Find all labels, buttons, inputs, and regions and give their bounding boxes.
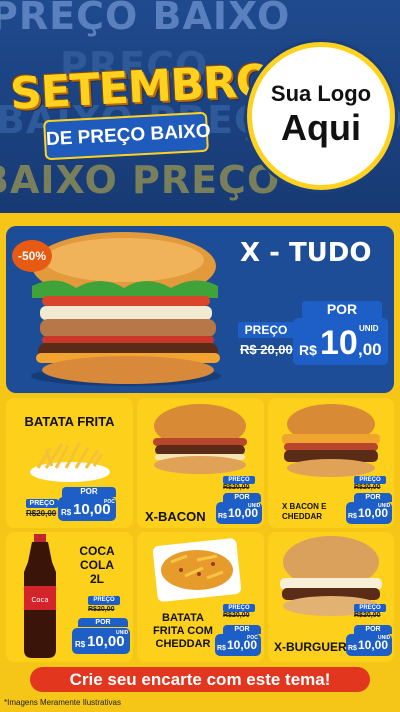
por-label: POR	[354, 493, 392, 502]
logo-placeholder[interactable]: Sua Logo Aqui	[247, 42, 395, 190]
product-card[interactable]: X-BURGUER PREÇO R$20,00 POR R$ 10,00 UNI…	[268, 532, 394, 662]
currency-symbol: R$	[61, 508, 72, 517]
create-flyer-button[interactable]: Crie seu encarte com este tema!	[30, 667, 370, 692]
old-price: R$20,00	[223, 484, 250, 491]
currency-symbol: R$	[348, 645, 357, 652]
old-price-label: PREÇO	[223, 476, 255, 484]
currency-symbol: R$	[348, 513, 357, 520]
currency-symbol: R$	[218, 513, 227, 520]
featured-product-name: X - TUDO	[240, 238, 372, 268]
unit-label: UNID	[378, 635, 391, 641]
currency-symbol: R$	[217, 645, 226, 652]
price-box: R$ 10,00 UNID	[346, 634, 392, 656]
product-name: COCA COLA 2L	[79, 544, 115, 586]
old-price: R$20,00	[223, 612, 250, 619]
old-price-label: PREÇO	[88, 596, 120, 605]
unit-label: UNID	[378, 503, 391, 509]
product-card[interactable]: BATATA FRITA POR PREÇO R$20,00 R$ 10,00 …	[6, 398, 133, 528]
por-label: POR	[62, 487, 116, 497]
unit-label: UNID	[248, 503, 261, 509]
old-price: R$20,00	[88, 606, 115, 613]
price-box: R$ 10,00 UNID	[216, 502, 262, 524]
header-banner: PREÇO BAIXO PREÇO BAIXO PREÇO BAIXO BAIX…	[0, 0, 400, 213]
old-price: R$20,00	[26, 509, 57, 518]
product-name: X BACON E CHEDDAR	[282, 502, 327, 521]
bg-word: BAIXO PREÇO	[0, 158, 281, 202]
old-price-label: PREÇO	[354, 476, 386, 484]
price-box: R$ 10,00 POC	[58, 497, 116, 521]
old-price-label: PREÇO	[238, 322, 294, 338]
product-card[interactable]: X-BACON PREÇO R$20,00 POR R$ 10,00 UNID	[137, 398, 264, 528]
product-name: X-BACON	[145, 509, 206, 524]
product-name: X-BURGUER	[274, 640, 347, 654]
discount-badge: -50%	[12, 240, 52, 272]
old-price: R$20,00	[354, 484, 381, 491]
old-price-label: PREÇO	[26, 499, 58, 508]
campaign-subtitle: DE PREÇO BAIXO	[43, 111, 211, 161]
old-price-label: PREÇO	[223, 604, 255, 612]
currency-symbol: R$	[299, 342, 317, 358]
old-price: R$20,00	[354, 612, 381, 619]
por-label: POR	[302, 301, 382, 318]
svg-text:Coca: Coca	[31, 596, 48, 604]
logo-text-line2: Aqui	[281, 107, 361, 148]
product-card[interactable]: Coca COCA COLA 2L PREÇO R$20,00 POR R$ 1…	[6, 532, 133, 662]
product-card[interactable]: X BACON E CHEDDAR PREÇO R$20,00 POR R$ 1…	[268, 398, 394, 528]
price-box: R$ 10,00 UNID	[346, 502, 392, 524]
unit-label: POC	[104, 499, 115, 505]
price-box: R$ 10,00 UNID	[72, 628, 130, 654]
product-card[interactable]: BATATA FRITA COM CHEDDAR PREÇO R$20,00 P…	[137, 532, 264, 662]
por-label: POR	[354, 625, 392, 634]
currency-symbol: R$	[75, 640, 86, 649]
por-label: POR	[78, 618, 128, 627]
price-integer: 10	[320, 324, 358, 362]
logo-text-line1: Sua Logo	[270, 81, 372, 106]
old-price-label: PREÇO	[354, 604, 386, 612]
bg-word: PREÇO BAIXO	[0, 0, 291, 38]
unit-label: POC	[247, 635, 258, 641]
por-label: POR	[223, 493, 261, 502]
price-decimal: ,00	[358, 340, 382, 359]
disclaimer-text: *Imagens Meramente Ilustrativas	[4, 698, 121, 707]
product-name: BATATA FRITA	[24, 414, 115, 429]
product-name: BATATA FRITA COM CHEDDAR	[153, 612, 213, 650]
unit-label: UNID	[116, 630, 129, 636]
por-label: POR	[223, 625, 261, 634]
price-box: R$ 10,00 POC	[215, 634, 261, 656]
unit-label: UNID	[359, 324, 379, 333]
old-price: R$ 20,00	[240, 342, 293, 357]
featured-price-box: R$ 10 ,00 UNID	[293, 318, 388, 365]
